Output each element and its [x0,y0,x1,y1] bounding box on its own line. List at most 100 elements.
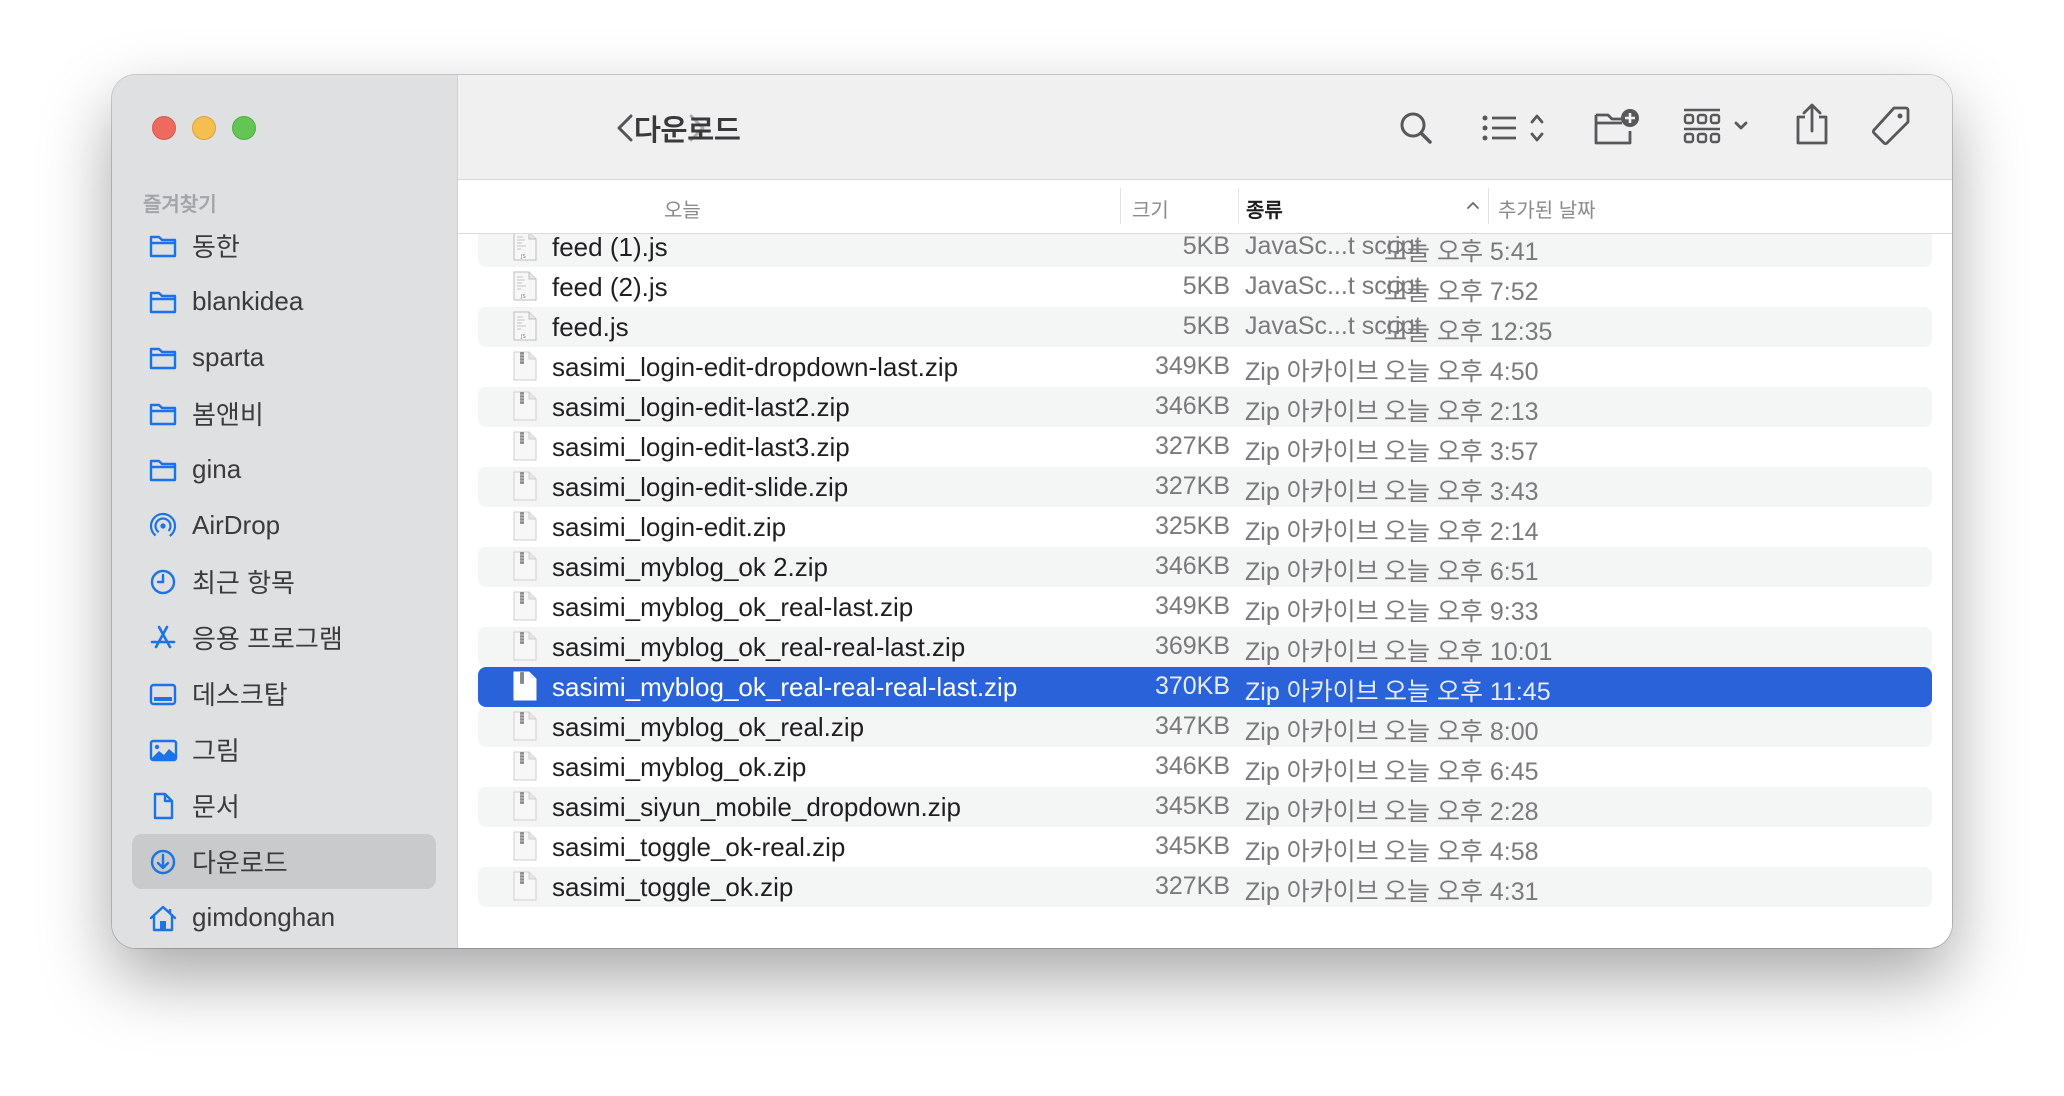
file-date-added: 오늘 오후 2:14 [1384,518,1539,546]
svg-text:JS: JS [520,294,526,300]
file-kind: Zip 아카이브 [1245,358,1379,386]
sidebar: 즐겨찾기 동한 blankidea sparta 봄앤비 gina AirDrop 최근 항… [112,75,458,948]
sidebar-item[interactable]: 최근 항목 [132,554,436,609]
file-kind: Zip 아카이브 [1245,558,1379,586]
column-divider[interactable] [1488,188,1489,224]
file-size: 327KB [1154,472,1230,500]
sidebar-item[interactable]: gimdonghan [132,890,436,945]
file-row[interactable]: sasimi_login-edit-slide.zip 327KB Zip 아카이브… [478,467,1932,507]
sidebar-item[interactable]: 그림 [132,722,436,777]
column-divider[interactable] [1120,188,1121,224]
sidebar-item[interactable]: 데스크탑 [132,666,436,721]
toolbar: 다운로드 [458,75,1952,180]
file-date-added: 오늘 오후 8:00 [1384,718,1539,746]
applications-icon [148,623,178,653]
sidebar-item[interactable]: 문서 [132,778,436,833]
file-row[interactable]: sasimi_myblog_ok_real.zip 347KB Zip 아카이브 오늘… [478,707,1932,747]
search-button[interactable] [1396,108,1436,148]
file-date-added: 오늘 오후 4:50 [1384,358,1539,386]
file-row[interactable]: sasimi_login-edit-last2.zip 346KB Zip 아카이브… [478,387,1932,427]
column-name-header[interactable]: 오늘 [664,194,701,223]
file-row[interactable]: sasimi_login-edit.zip 325KB Zip 아카이브 오늘 오후 … [478,507,1932,547]
zip-file-icon [513,711,537,741]
file-name: feed.js [552,312,629,342]
minimize-button[interactable] [192,116,216,140]
sidebar-item[interactable]: sparta [132,330,436,385]
file-row[interactable]: JS feed (2).js 5KB JavaSc...t script 오늘 오후 7… [478,267,1932,307]
sidebar-item-label: sparta [192,342,265,372]
file-row[interactable]: sasimi_myblog_ok_real-real-real-last.zip… [478,667,1932,707]
file-row[interactable]: sasimi_myblog_ok.zip 346KB Zip 아카이브 오늘 오후 6… [478,747,1932,787]
sidebar-item[interactable]: 동한 [132,218,436,273]
file-row[interactable]: sasimi_myblog_ok_real-real-last.zip 369KB… [478,627,1932,667]
file-row[interactable]: sasimi_toggle_ok.zip 327KB Zip 아카이브 오늘 오후 4… [478,867,1932,907]
file-date-added: 오늘 오후 3:43 [1384,478,1539,506]
file-kind: Zip 아카이브 [1245,398,1379,426]
back-chevron-icon [617,114,633,142]
column-header: 오늘 크기 종류 추가된 날짜 [458,180,1952,234]
file-row[interactable]: sasimi_login-edit-last3.zip 327KB Zip 아카이브… [478,427,1932,467]
file-row[interactable]: sasimi_siyun_mobile_dropdown.zip 345KB Zip… [478,787,1932,827]
svg-text:JS: JS [520,334,526,340]
file-row[interactable]: JS feed.js 5KB JavaSc...t script 오늘 오후 12:35 [478,307,1932,347]
close-button[interactable] [152,116,176,140]
sidebar-item[interactable]: blankidea [132,274,436,329]
file-size: 346KB [1154,392,1230,420]
sidebar-item[interactable]: gina [132,442,436,497]
sidebar-item-label: 동한 [192,232,240,262]
file-kind: Zip 아카이브 [1245,758,1379,786]
share-button[interactable] [1794,103,1830,147]
sidebar-item-label: 다운로드 [192,848,288,878]
file-row[interactable]: sasimi_toggle_ok-real.zip 345KB Zip 아카이브 오늘… [478,827,1932,867]
column-date-added-header[interactable]: 추가된 날짜 [1498,194,1596,223]
file-kind: Zip 아카이브 [1245,598,1379,626]
group-button[interactable] [1682,107,1754,147]
favorites-section-label: 즐겨찾기 [143,194,217,216]
tag-button[interactable] [1870,105,1912,147]
svg-text:JS: JS [520,254,526,260]
column-divider[interactable] [1238,188,1239,224]
sidebar-item[interactable]: 다운로드 [132,834,436,889]
zip-file-icon [513,351,537,381]
zip-file-icon [513,671,537,701]
sidebar-item-label: 데스크탑 [192,680,288,710]
zoom-button[interactable] [232,116,256,140]
file-kind: Zip 아카이브 [1245,438,1379,466]
sidebar-item-label: 응용 프로그램 [192,624,343,654]
new-folder-button[interactable] [1594,107,1640,147]
file-row[interactable]: sasimi_myblog_ok 2.zip 346KB Zip 아카이브 오늘 오후… [478,547,1932,587]
column-size-header[interactable]: 크기 [1132,194,1169,223]
sidebar-item-label: gimdonghan [192,902,336,932]
sidebar-item-label: 문서 [192,792,240,822]
zip-file-icon [513,831,537,861]
file-date-added: 오늘 오후 7:52 [1384,278,1539,306]
airdrop-icon [148,511,178,541]
file-size: 346KB [1154,752,1230,780]
zip-file-icon [513,871,537,901]
file-name: sasimi_toggle_ok-real.zip [552,832,846,862]
file-name: feed (1).js [552,232,668,262]
tag-icon [1871,106,1910,146]
sidebar-item[interactable]: 응용 프로그램 [132,610,436,665]
file-date-added: 오늘 오후 12:35 [1384,318,1553,346]
file-name: sasimi_myblog_ok_real.zip [552,712,865,742]
js-file-icon: JS [513,231,537,261]
file-date-added: 오늘 오후 6:51 [1384,558,1539,586]
sidebar-item[interactable]: 봄앤비 [132,386,436,441]
sidebar-item-label: 그림 [192,736,240,766]
sidebar-item-label: blankidea [192,286,304,316]
file-row[interactable]: sasimi_login-edit-dropdown-last.zip 349KB… [478,347,1932,387]
file-name: sasimi_login-edit-slide.zip [552,472,849,502]
column-kind-header[interactable]: 종류 [1246,194,1283,223]
desktop-icon [148,679,178,709]
sidebar-item[interactable]: AirDrop [132,498,436,553]
file-kind: Zip 아카이브 [1245,798,1379,826]
finder-window: 즐겨찾기 동한 blankidea sparta 봄앤비 gina AirDrop 최근 항… [112,75,1952,948]
list-view-icon [1482,114,1544,142]
file-size: 5KB [1182,232,1230,260]
file-kind: Zip 아카이브 [1245,838,1379,866]
file-size: 325KB [1154,512,1230,540]
view-options-button[interactable] [1480,110,1552,146]
file-size: 345KB [1154,832,1230,860]
file-row[interactable]: sasimi_myblog_ok_real-last.zip 349KB Zip 아… [478,587,1932,627]
